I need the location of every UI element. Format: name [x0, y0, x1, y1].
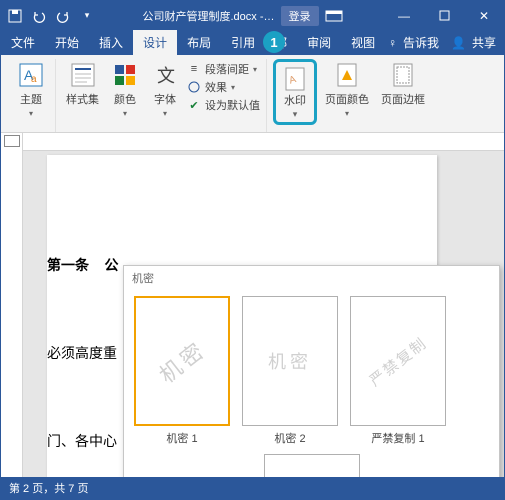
login-button[interactable]: 登录	[281, 6, 319, 26]
statusbar: 第 2 页，共 7 页	[1, 477, 504, 499]
effects-button[interactable]: 效果▾	[187, 79, 260, 95]
document-title: 公司财产管理制度.docx -…	[142, 8, 274, 24]
callout-1: 1	[263, 31, 285, 53]
fonts-button[interactable]: 文 字体 ▾	[147, 59, 183, 120]
title-center: 公司财产管理制度.docx -… 登录	[101, 6, 384, 26]
status-page[interactable]: 第 2 页，共 7 页	[9, 480, 88, 496]
ribbon: Aa 主题 ▾ 样式集 颜色 ▾ 文 字体 ▾	[1, 55, 504, 133]
thumb-nocopy-2[interactable]: 严禁复制	[134, 454, 489, 477]
ribbon-tabs: 文件 开始 插入 设计 布局 引用 邮 审阅 视图 ♀ 告诉我 👤 共享	[1, 30, 504, 55]
undo-icon[interactable]	[31, 8, 47, 24]
page-color-icon	[333, 61, 361, 89]
stylesets-label: 样式集	[66, 91, 99, 107]
maximize-button[interactable]	[424, 1, 464, 30]
gallery-row-1: 机密 机密 1 机密 机密 2 严禁复制 严禁复制 1	[124, 290, 499, 448]
horizontal-ruler[interactable]	[23, 133, 504, 151]
thumb-nocopy-1[interactable]: 严禁复制 严禁复制 1	[350, 296, 446, 446]
word-window: ▾ 公司财产管理制度.docx -… 登录 — ✕ 文件 开始 插入 设计 布局…	[0, 0, 505, 500]
page-color-label: 页面颜色	[325, 91, 369, 107]
tab-review[interactable]: 审阅	[297, 30, 341, 55]
themes-button[interactable]: Aa 主题 ▾	[13, 59, 49, 120]
group-doc-formatting: 样式集 颜色 ▾ 文 字体 ▾ ≡ 段落间距▾	[56, 59, 267, 132]
colors-button[interactable]: 颜色 ▾	[107, 59, 143, 120]
ribbon-display-icon[interactable]	[325, 9, 343, 23]
thumb-confidential-1[interactable]: 机密 机密 1	[134, 296, 230, 446]
stylesets-button[interactable]: 样式集	[62, 59, 103, 120]
themes-label: 主题	[20, 91, 42, 107]
page-color-button[interactable]: 页面颜色 ▾	[321, 59, 373, 125]
svg-text:a: a	[31, 74, 37, 85]
colors-icon	[111, 61, 139, 89]
tab-design[interactable]: 设计	[133, 30, 177, 55]
colors-label: 颜色	[114, 91, 136, 107]
stylesets-icon	[69, 61, 97, 89]
tab-insert[interactable]: 插入	[89, 30, 133, 55]
close-button[interactable]: ✕	[464, 1, 504, 30]
document-area: 文档 第一条 公 必须高度重 门、各中心 低财产损耗 第二条 公 尽其用"的 物…	[1, 133, 504, 477]
save-icon[interactable]	[7, 8, 23, 24]
quick-access-toolbar: ▾	[1, 8, 101, 24]
tab-tellme[interactable]: 告诉我	[403, 34, 439, 51]
paragraph-formatting: ≡ 段落间距▾ 效果▾ ✔ 设为默认值	[187, 59, 260, 120]
watermark-icon: A	[284, 66, 306, 92]
group-page-background: A 水印 ▾ 页面颜色 ▾ 页面边框	[267, 59, 435, 132]
svg-text:文: 文	[157, 66, 175, 86]
redo-icon[interactable]	[55, 8, 71, 24]
group-themes: Aa 主题 ▾	[7, 59, 56, 132]
tab-file[interactable]: 文件	[1, 30, 45, 55]
para-spacing-button[interactable]: ≡ 段落间距▾	[187, 61, 260, 77]
page-borders-icon	[389, 61, 417, 89]
tab-references[interactable]: 引用	[221, 30, 265, 55]
gallery-header: 机密	[124, 266, 499, 290]
window-controls: — ✕	[384, 1, 504, 30]
page-borders-button[interactable]: 页面边框	[377, 59, 429, 125]
qat-customize-icon[interactable]: ▾	[79, 8, 95, 24]
watermark-button[interactable]: A 水印 ▾	[273, 59, 317, 125]
tab-share[interactable]: 共享	[472, 34, 496, 51]
minimize-button[interactable]: —	[384, 1, 424, 30]
effects-icon	[187, 80, 201, 94]
fonts-label: 字体	[154, 91, 176, 107]
page-borders-label: 页面边框	[381, 91, 425, 107]
titlebar: ▾ 公司财产管理制度.docx -… 登录 — ✕	[1, 1, 504, 30]
tab-view[interactable]: 视图	[341, 30, 385, 55]
check-icon: ✔	[187, 98, 201, 112]
themes-icon: Aa	[17, 61, 45, 89]
set-default-button[interactable]: ✔ 设为默认值	[187, 97, 260, 113]
para-spacing-icon: ≡	[187, 62, 201, 76]
watermark-label: 水印	[284, 92, 306, 108]
fonts-icon: 文	[151, 61, 179, 89]
gallery-row-2: 严禁复制	[124, 448, 499, 477]
vertical-ruler[interactable]	[1, 133, 23, 477]
tab-layout[interactable]: 布局	[177, 30, 221, 55]
thumb-confidential-2[interactable]: 机密 机密 2	[242, 296, 338, 446]
share-icon: 👤	[451, 36, 466, 50]
tab-home[interactable]: 开始	[45, 30, 89, 55]
tellme-icon: ♀	[388, 36, 397, 50]
chevron-down-icon: ▾	[293, 109, 298, 120]
watermark-gallery: 机密 机密 机密 1 机密 机密 2 严禁复制 严禁复制 1 严禁复制	[123, 265, 500, 477]
